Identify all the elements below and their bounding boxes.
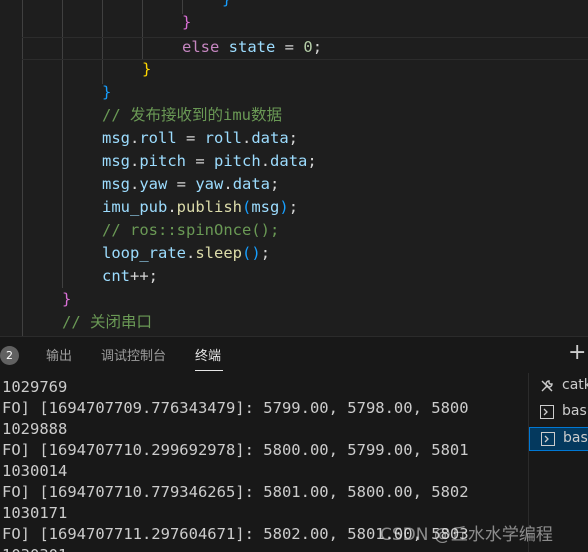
code-line: // 发布接收到的imu数据 xyxy=(102,104,282,127)
code-line: msg.yaw = yaw.data; xyxy=(102,173,279,196)
code-line: } xyxy=(62,288,71,311)
code-line: } xyxy=(142,58,151,81)
terminal-list-label: bash xyxy=(562,403,588,419)
terminal-icon xyxy=(540,405,554,419)
identifier: data xyxy=(232,175,271,193)
terminal-line: FO] [1694707710.299692978]: 5800.00, 579… xyxy=(2,441,469,459)
paren: ( xyxy=(242,198,252,216)
terminal-line: FO] [1694707710.779346265]: 5801.00, 580… xyxy=(2,483,469,501)
code-line: msg.roll = roll.data; xyxy=(102,127,298,150)
identifier: cnt xyxy=(102,267,130,285)
brace-close: } xyxy=(182,13,192,31)
semicolon: ; xyxy=(288,129,299,147)
problems-count-badge[interactable]: 2 xyxy=(0,346,19,365)
operator: . xyxy=(130,129,140,147)
operator: = xyxy=(167,175,196,193)
identifier: msg xyxy=(102,129,130,147)
terminal-list-label: catk xyxy=(562,377,588,393)
operator: . xyxy=(130,152,140,170)
identifier: pitch xyxy=(139,152,187,170)
identifier: pitch xyxy=(214,152,261,170)
semicolon: ; xyxy=(288,198,299,216)
identifier: msg xyxy=(102,152,130,170)
comment: // ros::spinOnce(); xyxy=(102,221,280,239)
identifier: data xyxy=(251,129,289,147)
identifier: yaw xyxy=(195,175,224,193)
code-line: loop_rate.sleep(); xyxy=(102,242,270,265)
identifier: roll xyxy=(139,129,177,147)
identifier: data xyxy=(270,152,308,170)
identifier: loop_rate xyxy=(102,244,186,262)
terminal-line: 1029769 xyxy=(2,378,68,396)
operator: . xyxy=(242,129,252,147)
code-line: imu_pub.publish(msg); xyxy=(102,196,298,219)
operator: . xyxy=(130,175,140,193)
keyword: else xyxy=(182,38,220,56)
brace-close: } xyxy=(102,83,112,101)
code-line: cnt++; xyxy=(102,265,158,288)
brace-close: } xyxy=(62,290,72,308)
identifier: state xyxy=(228,38,276,56)
terminal-line: FO] [1694707709.776343479]: 5799.00, 579… xyxy=(2,399,469,417)
panel-tab-bar: 2 输出 调试控制台 终端 + xyxy=(0,336,588,374)
semicolon: ; xyxy=(307,152,317,170)
brace-close: } xyxy=(222,0,231,8)
terminal-line: 1029888 xyxy=(2,420,68,438)
code-line: } xyxy=(182,11,191,34)
operator: = xyxy=(186,152,215,170)
terminal-list-item[interactable]: catk xyxy=(529,375,588,399)
terminal-icon xyxy=(541,432,555,446)
terminal-line: 1030171 xyxy=(2,504,68,522)
operator: = xyxy=(176,129,205,147)
code-line: // ros::spinOnce(); xyxy=(102,219,279,242)
brace-close: } xyxy=(142,60,152,78)
tab-output[interactable]: 输出 xyxy=(46,345,72,364)
operator: . xyxy=(223,175,233,193)
code-editor[interactable]: } } else state = 0; } } // 发布接收到的imu数据 m… xyxy=(0,0,588,336)
identifier: imu_pub xyxy=(102,198,168,216)
semicolon: ; xyxy=(312,38,323,56)
semicolon: ; xyxy=(260,244,271,262)
number-literal: 0 xyxy=(303,38,313,56)
operator: . xyxy=(167,198,177,216)
code-line: } xyxy=(102,81,111,104)
function-name: sleep xyxy=(195,244,243,262)
tools-icon xyxy=(541,380,553,392)
terminal-line: 1030301 xyxy=(2,545,67,552)
operator: . xyxy=(186,244,196,262)
watermark: CSDN @丘水水学编程 xyxy=(380,525,553,545)
paren: ) xyxy=(279,198,289,216)
operator: ++; xyxy=(130,267,158,285)
comment: // 关闭串口 xyxy=(62,313,152,331)
identifier: roll xyxy=(204,129,242,147)
new-terminal-button[interactable]: + xyxy=(568,340,586,365)
comment: // 发布接收到的imu数据 xyxy=(102,106,282,124)
terminal-list-item[interactable]: bash xyxy=(529,401,588,425)
tab-debug-console[interactable]: 调试控制台 xyxy=(101,345,166,364)
semicolon: ; xyxy=(270,175,280,193)
operator: = xyxy=(275,38,304,56)
identifier: yaw xyxy=(139,175,168,193)
code-line: msg.pitch = pitch.data; xyxy=(102,150,317,173)
operator: . xyxy=(260,152,271,170)
paren: () xyxy=(242,244,261,262)
identifier: msg xyxy=(102,175,130,193)
code-line: // 关闭串口 xyxy=(62,311,152,334)
terminal-list-item-selected[interactable]: bash xyxy=(529,427,588,451)
function-name: publish xyxy=(176,198,242,216)
active-tab-indicator xyxy=(195,370,223,371)
terminal-list-label: bash xyxy=(563,430,588,446)
code-line: } xyxy=(222,0,231,11)
tab-terminal[interactable]: 终端 xyxy=(195,345,221,364)
identifier: msg xyxy=(251,198,280,216)
terminal-line: 1030014 xyxy=(2,462,68,480)
code-line: else state = 0; xyxy=(182,36,322,59)
